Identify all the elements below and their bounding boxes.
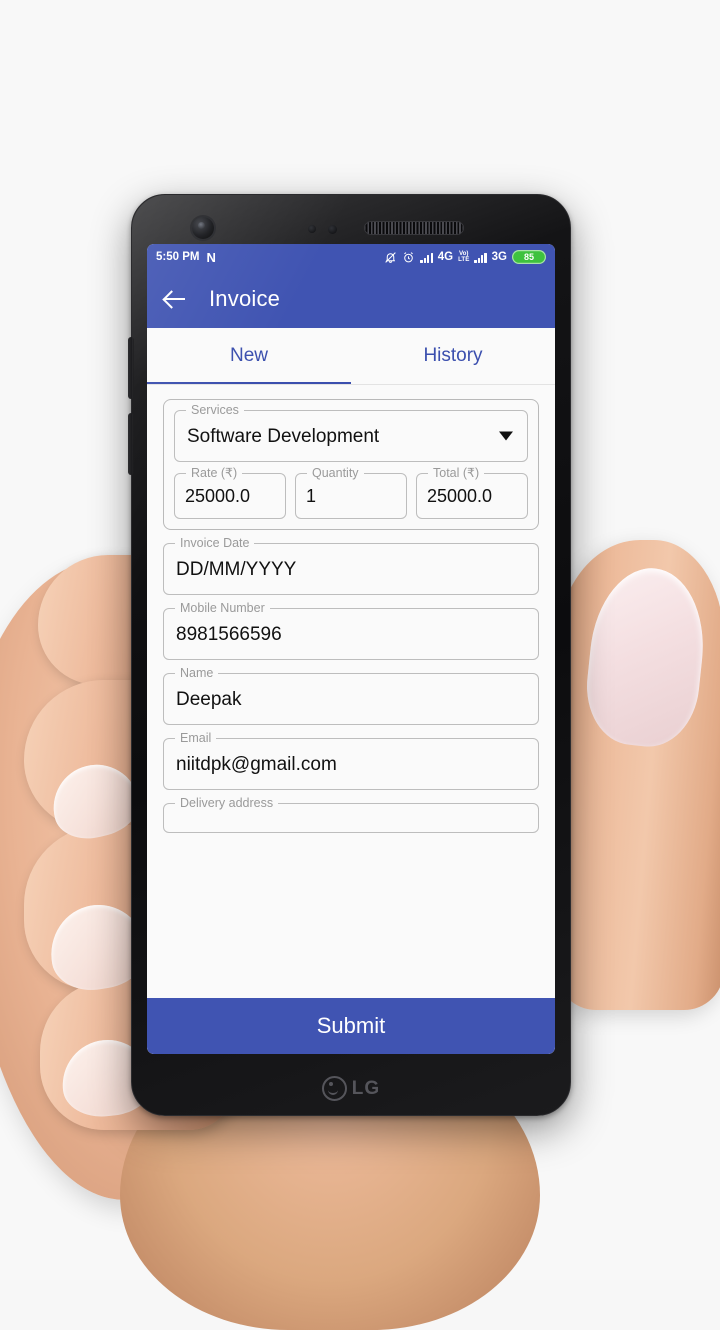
tab-bar: New History <box>147 328 555 385</box>
total-input[interactable]: Total (₹) 25000.0 <box>416 466 528 519</box>
name-value: Deepak <box>176 689 242 710</box>
invoice-form: Services Software Development Rate (₹) 2… <box>147 385 555 1054</box>
tab-history-label: History <box>423 345 483 366</box>
alarm-clock-icon <box>402 251 415 264</box>
light-sensor-icon <box>328 225 337 234</box>
proximity-sensor-icon <box>308 225 316 233</box>
email-value: niitdpk@gmail.com <box>176 754 337 775</box>
volume-up-button[interactable] <box>128 337 134 399</box>
lg-mark-icon <box>321 1076 347 1101</box>
service-card: Services Software Development Rate (₹) 2… <box>163 399 539 530</box>
email-label: Email <box>175 731 217 746</box>
device-brand-label: LG <box>351 1077 381 1099</box>
mobile-number-label: Mobile Number <box>175 601 270 616</box>
delivery-address-input[interactable]: Delivery address <box>163 796 539 833</box>
rate-label: Rate (₹) <box>186 466 243 481</box>
back-arrow-icon[interactable] <box>163 287 187 311</box>
name-input[interactable]: Name Deepak <box>163 666 539 725</box>
services-value: Software Development <box>187 426 380 447</box>
tab-new-label: New <box>229 345 268 366</box>
photo-scene: 5:50 PM N 4G Vo) LTE 3G 85 Invoice New H… <box>0 0 720 1330</box>
delivery-address-label: Delivery address <box>175 796 279 811</box>
earpiece-speaker <box>364 221 464 235</box>
volte-icon: Vo) LTE <box>458 250 470 264</box>
nfc-icon: N <box>206 249 215 265</box>
submit-button-label: Submit <box>316 1013 386 1038</box>
status-bar: 5:50 PM N 4G Vo) LTE 3G 85 <box>147 244 555 270</box>
mobile-number-value: 8981566596 <box>176 624 282 645</box>
invoice-date-value: DD/MM/YYYY <box>176 559 297 580</box>
services-select[interactable]: Services Software Development <box>174 403 528 462</box>
phone-device: 5:50 PM N 4G Vo) LTE 3G 85 Invoice New H… <box>128 194 571 1116</box>
volume-down-button[interactable] <box>128 413 134 475</box>
status-time: 5:50 PM <box>156 251 200 263</box>
volte-line-2: LTE <box>458 256 470 263</box>
submit-button[interactable]: Submit <box>147 998 555 1054</box>
mobile-number-input[interactable]: Mobile Number 8981566596 <box>163 601 539 660</box>
rate-input[interactable]: Rate (₹) 25000.0 <box>174 466 286 519</box>
battery-indicator: 85 <box>512 250 546 264</box>
name-label: Name <box>175 666 219 681</box>
invoice-date-label: Invoice Date <box>175 536 255 551</box>
quantity-label: Quantity <box>307 466 364 481</box>
total-label: Total (₹) <box>428 466 485 481</box>
invoice-date-input[interactable]: Invoice Date DD/MM/YYYY <box>163 536 539 595</box>
app-bar: Invoice <box>147 270 555 328</box>
bell-muted-icon <box>384 251 397 264</box>
services-label: Services <box>186 403 244 418</box>
device-brand-logo: LG <box>132 1076 570 1101</box>
phone-screen: 5:50 PM N 4G Vo) LTE 3G 85 Invoice New H… <box>147 244 555 1054</box>
signal-bars-sim2-icon <box>474 252 487 263</box>
network-type-sim1: 4G <box>437 251 454 263</box>
rate-quantity-total-row: Rate (₹) 25000.0 Quantity 1 Total (₹) 25… <box>174 466 528 519</box>
tab-new[interactable]: New <box>147 328 351 384</box>
front-camera-icon <box>192 217 214 239</box>
signal-bars-sim1-icon <box>420 252 433 263</box>
quantity-input[interactable]: Quantity 1 <box>295 466 407 519</box>
chevron-down-icon[interactable] <box>499 431 513 441</box>
network-type-sim2: 3G <box>491 251 507 263</box>
email-input[interactable]: Email niitdpk@gmail.com <box>163 731 539 790</box>
page-title: Invoice <box>209 286 281 311</box>
tab-history[interactable]: History <box>351 328 555 384</box>
